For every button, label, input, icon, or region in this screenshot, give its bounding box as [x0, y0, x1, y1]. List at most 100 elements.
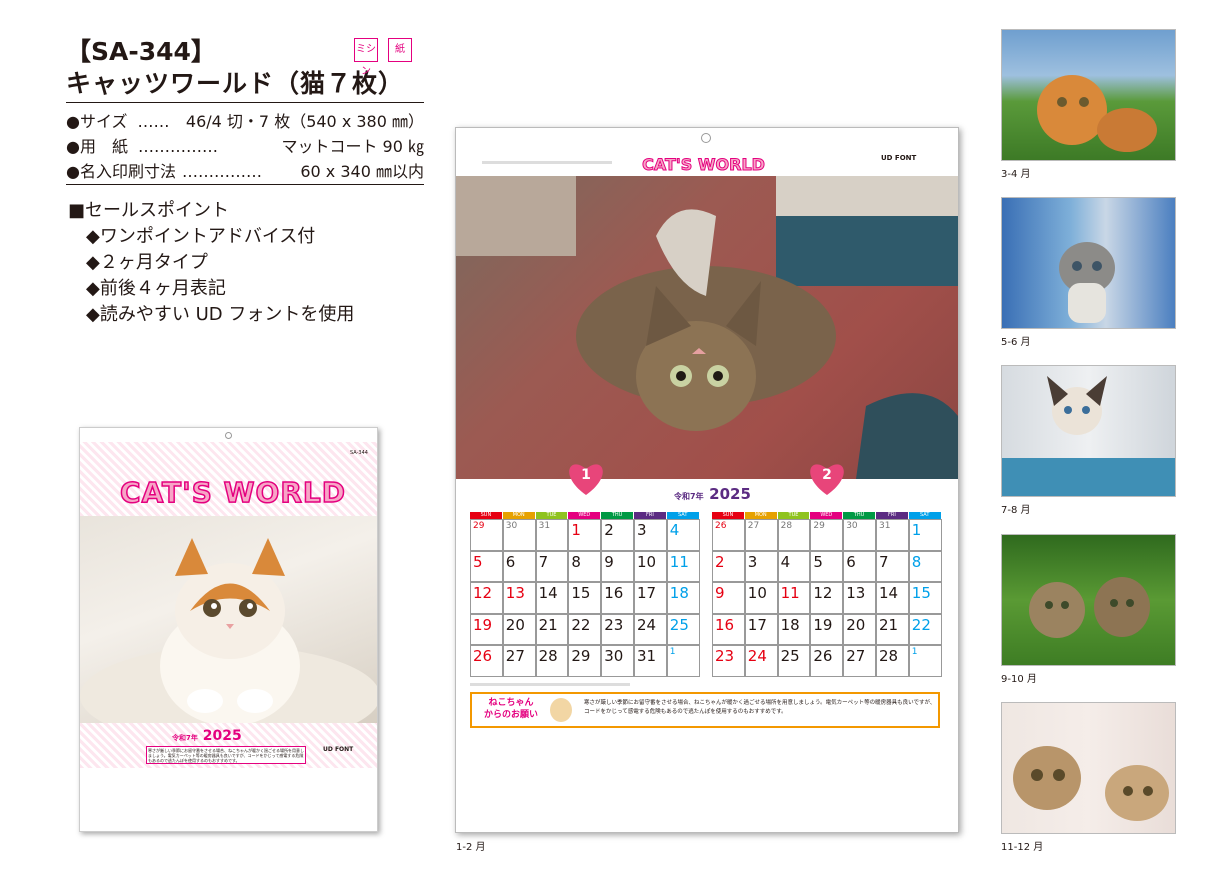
day-cell: 6 [502, 550, 536, 582]
day-number: 27 [846, 647, 866, 665]
day-number: 16 [604, 584, 624, 602]
day-cell: 25 [777, 645, 811, 677]
spec-print-area: ●名入印刷寸法…………… 60 x 340 ㎜以内 [66, 162, 424, 181]
day-cell: 18 [666, 582, 700, 614]
day-cell: 28 [876, 645, 909, 677]
day-cell: 9 [601, 550, 634, 582]
main-caption: 1-2 月 [456, 842, 486, 853]
weekday-header: WED [568, 512, 601, 519]
thumbnail-caption: 11-12 月 [1001, 842, 1044, 853]
day-cell: 19 [470, 613, 503, 645]
spec-paper: ●用 紙…………… マットコート 90 ㎏ [66, 137, 424, 156]
weekday-header: TUE [777, 512, 810, 519]
day-number: 1 [911, 647, 918, 657]
weekday-header: SUN [470, 512, 502, 519]
notice-line [482, 161, 612, 164]
weekday-header: TUE [535, 512, 568, 519]
day-number: 1 [911, 521, 922, 539]
weekday-header: SAT [666, 512, 699, 519]
product-name: キャッツワールド（猫７枚） [66, 69, 405, 98]
day-number: 17 [637, 584, 657, 602]
day-cell: 28 [777, 519, 811, 551]
day-number: 28 [780, 521, 793, 531]
day-number: 19 [813, 615, 833, 634]
day-number: 15 [571, 584, 591, 602]
month-heart-2: 2 [807, 459, 847, 497]
day-cell: 5 [470, 550, 503, 582]
thumbnail-caption: 9-10 月 [1001, 674, 1037, 685]
day-cell: 15 [908, 582, 942, 614]
day-number: 11 [669, 552, 689, 571]
day-number: 26 [813, 647, 833, 665]
day-number: 28 [879, 647, 899, 665]
day-cell: 25 [666, 613, 700, 645]
day-number: 11 [780, 584, 800, 602]
cover-calendar: SA-344 CAT'S WORLD 令和7年 2025 寒さが厳しい季節にお留… [79, 427, 378, 832]
day-number: 22 [571, 615, 591, 634]
day-number: 9 [604, 552, 614, 571]
day-cell: 29 [810, 519, 844, 551]
day-cell: 4 [777, 550, 811, 582]
day-number: 28 [538, 647, 558, 665]
cover-logo: CAT'S WORLD [119, 475, 346, 510]
day-cell: 19 [810, 613, 844, 645]
day-number: 17 [747, 615, 767, 634]
day-cell: 23 [712, 645, 745, 677]
day-number: 14 [538, 584, 558, 602]
day-number: 10 [637, 552, 657, 571]
cover-cat-photo [80, 516, 377, 723]
day-number: 27 [747, 521, 760, 531]
day-cell: 6 [843, 550, 876, 582]
thumbnail-caption: 5-6 月 [1001, 337, 1031, 348]
advice-text: 寒さが厳しい季節にお留守番をさせる場合、ねこちゃんが暖かく過ごせる場所を用意しま… [584, 700, 936, 715]
day-number: 4 [669, 521, 680, 539]
day-cell: 29 [470, 519, 503, 551]
day-cell: 5 [810, 550, 844, 582]
day-cell: 1 [568, 519, 602, 551]
day-number: 30 [505, 521, 518, 531]
day-cell: 30 [502, 519, 536, 551]
cover-ud-logo: UD FONT [323, 746, 354, 753]
day-number: 10 [747, 584, 767, 602]
day-cell: 10 [744, 582, 778, 614]
february-grid: SUN MON TUE WED THU FRI SAT 26 27 28 29 30 31 1 2 3 4 5 6 7… [712, 512, 942, 677]
day-cell: 26 [810, 645, 844, 677]
ud-font-logo: UD FONT [881, 154, 917, 162]
weekday-header: SAT [908, 512, 941, 519]
day-cell: 11 [666, 550, 700, 582]
day-cell: 13 [502, 582, 536, 614]
day-number: 4 [780, 552, 791, 571]
day-number: 2 [604, 521, 614, 539]
day-number: 29 [571, 647, 591, 665]
day-number: 9 [715, 584, 725, 602]
day-number: 21 [538, 615, 558, 634]
day-cell: 31 [634, 645, 667, 677]
day-cell: 20 [843, 613, 876, 645]
day-cell: 7 [876, 550, 909, 582]
day-number: 13 [505, 584, 525, 602]
day-number: 2 [715, 552, 725, 571]
weekday-header: SUN [712, 512, 744, 519]
day-cell: 26 [470, 645, 503, 677]
day-cell: 21 [876, 613, 909, 645]
month-number-2: 2 [822, 467, 832, 483]
day-number: 6 [846, 552, 856, 571]
sales-point: ◆ワンポイントアドバイス付 [86, 226, 316, 247]
cover-advice-box: 寒さが厳しい季節にお留守番をさせる場合、ねこちゃんが暖かく過ごせる場所を用意しま… [146, 746, 306, 764]
day-number: 29 [813, 521, 825, 531]
day-cell: 1 [908, 519, 942, 551]
spec-top-rule [66, 102, 424, 103]
thumbnail-7-8 [1001, 365, 1176, 497]
product-code: 【SA-344】 [66, 37, 216, 66]
day-number: 23 [604, 615, 624, 634]
day-cell: 11 [777, 582, 811, 614]
day-number: 22 [911, 615, 931, 634]
cover-code: SA-344 [350, 450, 368, 456]
day-number: 8 [571, 552, 581, 571]
day-number: 7 [538, 552, 549, 571]
day-number: 20 [846, 615, 866, 634]
month-number-1: 1 [581, 467, 591, 483]
day-number: 5 [473, 552, 483, 571]
day-cell: 13 [843, 582, 876, 614]
day-number: 1 [669, 647, 676, 657]
